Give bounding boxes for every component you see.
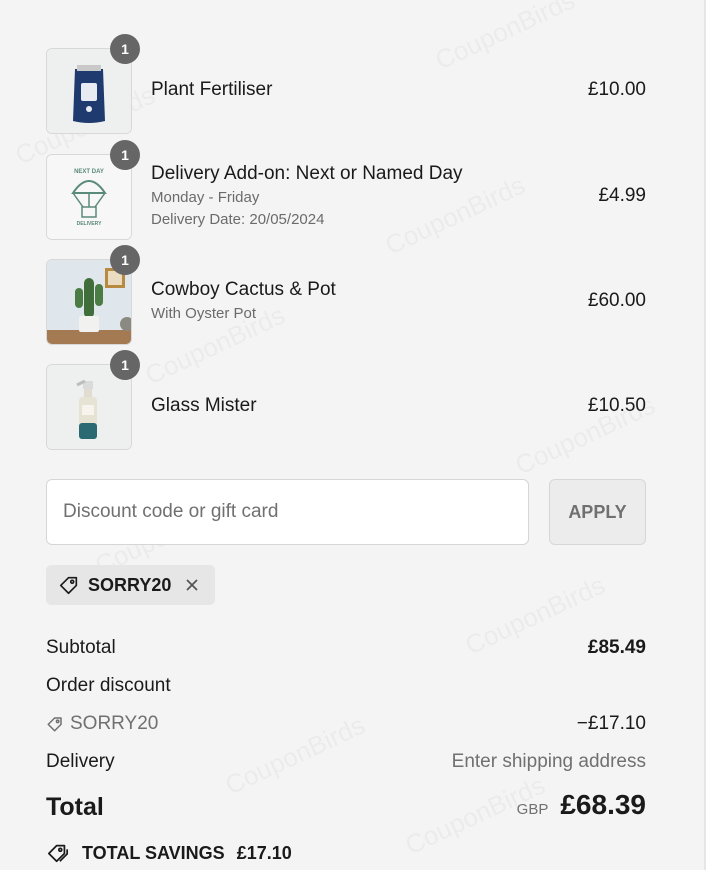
tag-icon (58, 574, 80, 596)
item-name: Cowboy Cactus & Pot (151, 279, 336, 300)
discount-code-label: SORRY20 (70, 713, 159, 734)
applied-code-label: SORRY20 (88, 574, 172, 595)
item-name: Glass Mister (151, 395, 257, 416)
item-variant: Monday - Friday (151, 189, 260, 206)
quantity-badge: 1 (110, 140, 140, 170)
discount-code-row: SORRY20 −£17.10 (46, 713, 646, 739)
savings-label: TOTAL SAVINGS (82, 842, 225, 863)
tag-icon (46, 715, 64, 733)
cart-item-plant-fertiliser: 1 Plant Fertiliser £10.00 (46, 34, 646, 134)
subtotal-row: Subtotal £85.49 (46, 637, 646, 659)
savings-value: £17.10 (236, 842, 292, 863)
cart-item-delivery-addon: NEXT DAY DELIVERY 1 Delivery Add-on: Nex… (46, 140, 646, 240)
total-value: £68.39 (560, 789, 646, 820)
currency-code: GBP (516, 801, 549, 818)
quantity-badge: 1 (110, 350, 140, 380)
badge-text-top: NEXT DAY (74, 169, 104, 175)
item-price: £10.00 (587, 79, 646, 100)
subtotal-value: £85.49 (587, 637, 646, 658)
total-row: Total GBP £68.39 (46, 789, 646, 829)
subtotal-label: Subtotal (46, 637, 116, 658)
applied-discount-chip: SORRY20 (46, 565, 215, 605)
total-label: Total (46, 793, 104, 821)
item-price: £60.00 (587, 290, 646, 311)
delivery-row: Delivery Enter shipping address (46, 751, 646, 773)
cart-item-cowboy-cactus: 1 Cowboy Cactus & Pot With Oyster Pot £6… (46, 245, 646, 345)
item-name: Plant Fertiliser (151, 79, 273, 100)
discount-code-input[interactable] (46, 479, 529, 545)
delivery-value: Enter shipping address (451, 751, 646, 772)
quantity-badge: 1 (110, 245, 140, 275)
total-savings: TOTAL SAVINGS £17.10 (46, 842, 292, 864)
apply-button[interactable]: APPLY (549, 479, 646, 545)
item-price: £10.50 (587, 395, 646, 416)
remove-discount-icon[interactable] (185, 578, 199, 592)
item-variant: With Oyster Pot (151, 305, 257, 322)
savings-tag-icon (46, 842, 70, 864)
delivery-label: Delivery (46, 751, 115, 772)
order-discount-label: Order discount (46, 675, 171, 696)
item-name: Delivery Add-on: Next or Named Day (151, 163, 463, 184)
quantity-badge: 1 (110, 34, 140, 64)
order-discount-row: Order discount (46, 675, 646, 697)
badge-text-bottom: DELIVERY (76, 221, 102, 227)
cart-item-glass-mister: 1 Glass Mister £10.50 (46, 350, 646, 450)
item-price: £4.99 (598, 185, 646, 206)
item-delivery-date: Delivery Date: 20/05/2024 (151, 211, 325, 228)
discount-value: −£17.10 (576, 713, 646, 734)
